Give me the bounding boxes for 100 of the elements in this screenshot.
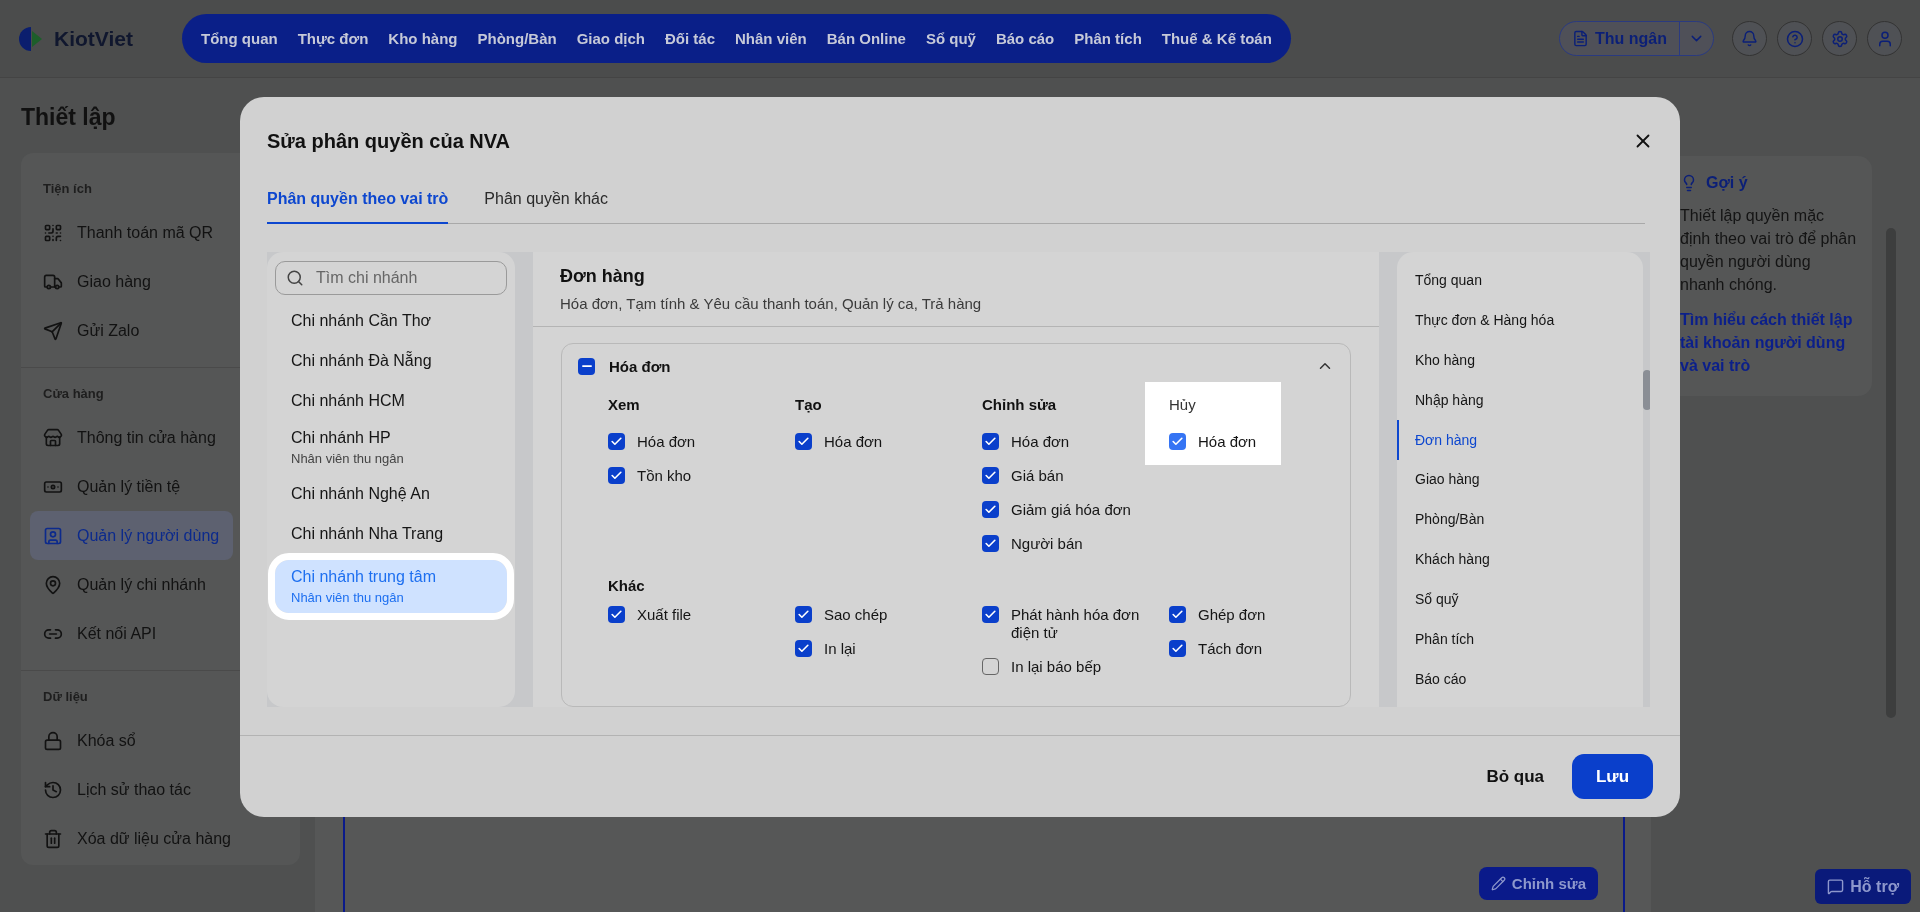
column-title: Khác — [607, 576, 646, 594]
category-link[interactable]: Tổng quan — [1397, 260, 1643, 300]
permission-label: Tách đơn — [1198, 640, 1263, 658]
branch-item[interactable]: Chi nhánh HP Nhân viên thu ngân — [275, 421, 507, 474]
lock-icon — [43, 730, 63, 751]
branch-name: Chi nhánh HP — [291, 429, 392, 447]
category-link[interactable]: Thực đơn & Hàng hóa — [1397, 299, 1643, 340]
permission-label: In lại báo bếp — [1011, 658, 1102, 676]
checkbox[interactable] — [608, 606, 625, 623]
checkbox[interactable] — [1169, 606, 1186, 623]
nav-link[interactable]: Thuế & Kế toán — [1152, 24, 1281, 53]
checkbox[interactable] — [578, 357, 595, 375]
category-link[interactable]: Phòng/Bàn — [1397, 499, 1643, 540]
check-icon — [1171, 642, 1184, 655]
nav-link[interactable]: Đối tác — [656, 24, 725, 53]
tab[interactable]: Phân quyền theo vai trò — [267, 187, 449, 224]
cancel-button[interactable]: Bỏ qua — [1484, 758, 1546, 795]
user-card-icon — [43, 525, 63, 546]
check-icon — [610, 469, 623, 482]
permission-label: Người bán — [1011, 535, 1083, 553]
permission-label: Giảm giá hóa đơn — [1011, 501, 1131, 519]
nav-link[interactable]: Bán Online — [817, 24, 915, 53]
document-icon — [1572, 30, 1589, 47]
save-button[interactable]: Lưu — [1572, 754, 1653, 799]
hint-title: Gợi ý — [1706, 174, 1748, 192]
branch-name: Chi nhánh Cần Thơ — [291, 312, 433, 330]
branch-item[interactable]: Chi nhánh Nha Trang — [275, 514, 507, 554]
logo-icon — [18, 25, 44, 52]
branch-item[interactable]: Chi nhánh Nghệ An — [275, 474, 507, 514]
support-button[interactable]: Hỗ trợ — [1815, 869, 1911, 904]
column-title: Xem — [608, 396, 641, 413]
branch-name: Chi nhánh Nghệ An — [291, 485, 431, 503]
checkbox[interactable] — [795, 433, 812, 450]
tab[interactable]: Phân quyền khác — [484, 187, 608, 224]
checkbox[interactable] — [982, 433, 999, 450]
checkbox[interactable] — [982, 658, 999, 675]
check-icon — [984, 537, 997, 550]
settings-icon — [1830, 29, 1849, 48]
column-title: Chỉnh sửa — [982, 396, 1058, 413]
check-icon — [984, 503, 997, 516]
check-icon — [797, 435, 810, 448]
search-icon — [286, 269, 304, 287]
nav-link[interactable]: Nhân viên — [726, 24, 816, 53]
category-link[interactable]: Giao hàng — [1397, 459, 1643, 500]
checkbox[interactable] — [982, 467, 999, 484]
nav-link[interactable]: Giao dịch — [567, 24, 654, 53]
search-input[interactable]: Tìm chi nhánh — [314, 268, 464, 288]
check-icon — [797, 608, 810, 621]
permission-label: Hóa đơn — [1011, 433, 1070, 451]
checkbox[interactable] — [608, 433, 625, 450]
checkbox[interactable] — [1169, 433, 1186, 450]
checkbox[interactable] — [795, 640, 812, 657]
branch-item[interactable]: Chi nhánh HCM — [275, 381, 507, 421]
category-link[interactable]: Sổ quỹ — [1397, 579, 1643, 620]
check-icon — [610, 608, 623, 621]
nav-link[interactable]: Phòng/Bàn — [468, 24, 566, 53]
nav-link[interactable]: Báo cáo — [986, 24, 1064, 53]
branch-item[interactable]: Chi nhánh Cần Thơ — [275, 301, 507, 341]
branch-name: Chi nhánh Nha Trang — [291, 525, 445, 543]
column-title: Tạo — [795, 396, 823, 413]
permission-label: Hóa đơn — [637, 433, 696, 451]
permission-label: Giá bán — [1011, 467, 1064, 485]
trash-icon — [43, 828, 63, 849]
nav-link[interactable]: Sổ quỹ — [916, 24, 985, 53]
branch-role: Nhân viên thu ngân — [291, 590, 405, 605]
check-icon — [984, 469, 997, 482]
permission-label: Sao chép — [824, 606, 888, 624]
edit-button[interactable]: Chỉnh sửa — [1478, 867, 1598, 900]
checkbox[interactable] — [1169, 640, 1186, 657]
nav-link[interactable]: Tổng quan — [192, 24, 287, 53]
section-title: Dữ liệu — [42, 689, 88, 706]
nav-link[interactable]: Thực đơn — [288, 24, 378, 53]
section-title: Đơn hàng — [560, 266, 646, 287]
branch-item[interactable]: Chi nhánh Đà Nẵng — [275, 341, 507, 381]
check-icon — [797, 642, 810, 655]
search-field[interactable]: Tìm chi nhánh — [275, 261, 507, 295]
checkbox[interactable] — [982, 535, 999, 552]
scrollbar-thumb[interactable] — [1643, 370, 1650, 410]
permission-label: Xuất file — [637, 606, 692, 624]
history-icon — [43, 779, 63, 800]
category-link[interactable]: Báo cáo — [1397, 659, 1643, 699]
paper-plane-icon — [43, 320, 63, 341]
check-icon — [1171, 608, 1184, 621]
dialog-title: Sửa phân quyền của NVA — [267, 129, 511, 153]
section-title: Tiện ích — [42, 181, 92, 198]
hint-text: Thiết lập quyền mặc định theo vai trò để phân quyền người dùng nhanh chóng. — [1680, 206, 1858, 295]
category-link[interactable]: Kho hàng — [1397, 339, 1643, 380]
nav-link[interactable]: Phân tích — [1065, 24, 1151, 53]
category-link[interactable]: Nhập hàng — [1397, 379, 1643, 420]
category-link[interactable]: Phân tích — [1397, 619, 1643, 660]
checkbox[interactable] — [795, 606, 812, 623]
chat-icon — [1827, 878, 1845, 895]
category-link[interactable]: Khách hàng — [1397, 539, 1643, 580]
checkbox[interactable] — [982, 606, 999, 623]
store-icon — [43, 427, 63, 448]
category-link[interactable]: Đơn hàng — [1397, 419, 1643, 460]
checkbox[interactable] — [982, 501, 999, 518]
nav-link[interactable]: Kho hàng — [379, 24, 467, 53]
checkbox[interactable] — [608, 467, 625, 484]
check-icon — [984, 608, 997, 621]
